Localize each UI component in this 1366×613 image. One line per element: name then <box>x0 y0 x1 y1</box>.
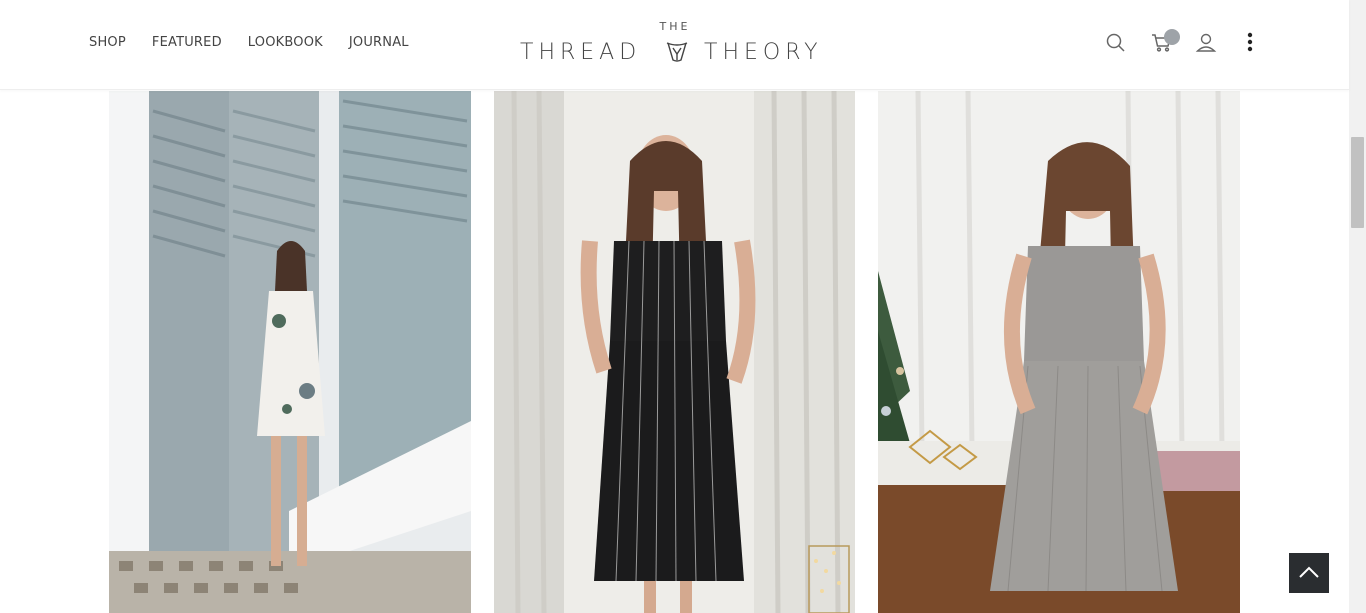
logo-cup-mark-icon <box>664 40 690 64</box>
nav-featured[interactable]: FEATURED <box>152 35 222 50</box>
grey-linen-pinafore-dress-photo <box>878 91 1240 613</box>
cart-count-badge <box>1164 29 1180 45</box>
logo-thread-text: THREAD <box>520 40 642 65</box>
black-pinstripe-lace-up-midi-dress-photo <box>494 91 855 613</box>
user-icon[interactable] <box>1194 30 1218 54</box>
scrollbar-thumb[interactable] <box>1351 137 1364 228</box>
nav-shop[interactable]: SHOP <box>89 35 126 50</box>
product-card-grey-dress[interactable] <box>878 91 1240 613</box>
page-scrollbar[interactable] <box>1349 0 1366 613</box>
product-card-floral-dress[interactable] <box>109 91 471 613</box>
site-logo[interactable]: THE THREAD THEORY <box>518 18 832 70</box>
chevron-up-icon <box>1298 565 1320 582</box>
logo-the-text: THE <box>659 20 691 33</box>
main-nav: SHOP FEATURED LOOKBOOK JOURNAL <box>89 35 409 50</box>
nav-journal[interactable]: JOURNAL <box>349 35 409 50</box>
more-vertical-icon[interactable] <box>1238 30 1262 54</box>
white-floral-shift-dress-photo <box>109 91 471 613</box>
site-header: SHOP FEATURED LOOKBOOK JOURNAL THE THREA… <box>0 0 1349 90</box>
product-card-striped-dress[interactable] <box>494 91 855 613</box>
logo-theory-text: THEORY <box>704 40 823 65</box>
nav-lookbook[interactable]: LOOKBOOK <box>248 35 323 50</box>
back-to-top-button[interactable] <box>1289 553 1329 593</box>
search-icon[interactable] <box>1104 30 1128 54</box>
